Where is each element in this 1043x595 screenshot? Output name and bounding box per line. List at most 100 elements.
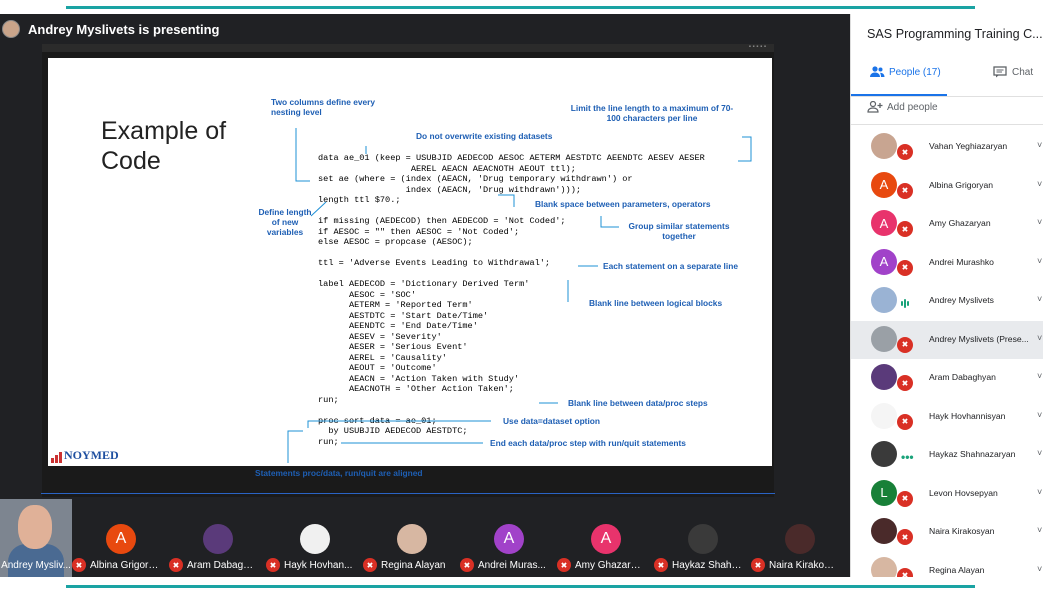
people-list-item[interactable]: ✖ Naira Kirakosyan ˅ [851, 513, 1043, 551]
mic-off-icon: ✖ [72, 558, 86, 572]
people-list-item[interactable]: ✖ Regina Alayan ˅ [851, 552, 1043, 577]
person-avatar [871, 518, 897, 544]
person-avatar: A [871, 248, 897, 275]
mic-off-icon: ✖ [897, 182, 913, 199]
chevron-down-icon[interactable]: ˅ [1037, 217, 1042, 227]
person-avatar: A [871, 210, 897, 236]
participant-name-row: ✖ Haykaz Shahn... [654, 558, 750, 572]
participant-name-row: ✖ Aram Dabagh... [169, 558, 265, 572]
add-people-button[interactable]: Add people [867, 101, 938, 113]
participant-name: Amy Ghazaryan [575, 559, 645, 571]
chevron-down-icon[interactable]: ˅ [1037, 448, 1042, 458]
mic-off-icon: ✖ [751, 558, 765, 572]
speaking-icon [901, 299, 909, 308]
chevron-down-icon[interactable]: ˅ [1037, 294, 1042, 304]
tab-people[interactable]: People (17) [869, 66, 941, 78]
top-accent-line [66, 6, 975, 9]
logo-text: NOYMED [64, 448, 119, 462]
people-list-item[interactable]: A ✖ Amy Ghazaryan ˅ [851, 205, 1043, 243]
participant-avatar [300, 524, 330, 554]
participant-name: Hayk Hovhan... [284, 559, 353, 571]
tab-divider [851, 96, 1043, 97]
tab-people-label: People (17) [889, 66, 941, 78]
mic-off-icon: ✖ [897, 529, 913, 545]
person-avatar [871, 325, 897, 352]
participant-name-row: ✖ Albina Grigory... [72, 558, 168, 572]
chevron-down-icon[interactable]: ˅ [1037, 487, 1042, 497]
person-avatar [871, 133, 897, 159]
participant-tile[interactable]: A ✖ Andrei Muras... [460, 499, 556, 577]
chevron-down-icon[interactable]: ˅ [1037, 179, 1042, 189]
mic-off-icon: ✖ [460, 558, 474, 572]
chevron-down-icon[interactable]: ˅ [1037, 333, 1042, 343]
chevron-down-icon[interactable]: ˅ [1037, 140, 1042, 150]
tab-chat-label: Chat [1012, 66, 1034, 78]
participant-tile[interactable]: ✖ Haykaz Shahn... [654, 499, 750, 577]
participant-name: Naira Kirakosy... [769, 559, 839, 571]
person-avatar [871, 556, 897, 577]
participant-tile[interactable]: ✖ Regina Alayan [363, 499, 459, 577]
mic-off-icon: ✖ [266, 558, 280, 572]
person-avatar [871, 364, 897, 390]
annotation-blank-logical: Blank line between logical blocks [589, 298, 723, 308]
meet-window: Andrey Myslivets is presenting ▪ ▪ ▪ ▪ ▪… [0, 0, 1043, 595]
chevron-down-icon[interactable]: ˅ [1037, 371, 1042, 381]
people-list-item[interactable]: ••• Haykaz Shahnazaryan ˅ [851, 436, 1043, 474]
participant-name-row: ✖ Naira Kirakosy... [751, 558, 847, 572]
person-name: Amy Ghazaryan [929, 218, 991, 228]
tab-chat[interactable]: Chat [993, 66, 1033, 78]
presenter-label: Andrey Myslivets is presenting [28, 21, 220, 37]
person-name: Aram Dabaghyan [929, 372, 996, 382]
noymed-logo: NOYMED [51, 448, 119, 463]
annotation-no-overwrite: Do not overwrite existing datasets [416, 131, 553, 141]
participant-name: Albina Grigory... [90, 559, 160, 571]
people-list-item[interactable]: A ✖ Albina Grigoryan ˅ [851, 167, 1043, 205]
person-avatar [871, 402, 897, 429]
annotation-end-step: End each data/proc step with run/quit st… [490, 438, 686, 448]
person-name: Hayk Hovhannisyan [929, 410, 1006, 421]
annotation-limit-line: Limit the line length to a maximum of 70… [570, 103, 734, 123]
self-video-tile[interactable]: Andrey Mysliv... [0, 499, 72, 577]
slide: Example of Code data ae_01 (keep = USUBJ… [48, 58, 772, 478]
mic-off-icon: ✖ [897, 375, 913, 391]
participant-avatar: A [494, 524, 524, 554]
people-list-item[interactable]: A ✖ Andrei Murashko ˅ [851, 244, 1043, 282]
participant-tile[interactable]: ✖ Hayk Hovhan... [266, 499, 362, 577]
person-name: Andrei Murashko [929, 256, 994, 267]
people-list-item[interactable]: ✖ Vahan Yeghiazaryan ˅ [851, 128, 1043, 166]
person-avatar [871, 441, 897, 467]
participant-avatar [203, 524, 233, 554]
people-list-item[interactable]: ✖ Aram Dabaghyan ˅ [851, 359, 1043, 397]
shared-screen-toolbar: ▪ ▪ ▪ ▪ ▪ [42, 44, 774, 52]
people-panel: SAS Programming Training C... People (17… [850, 14, 1043, 577]
chevron-down-icon[interactable]: ˅ [1037, 410, 1042, 420]
person-name: Vahan Yeghiazaryan [929, 141, 1008, 151]
participant-avatar: A [106, 524, 136, 554]
mic-off-icon: ✖ [897, 259, 913, 276]
people-list-item[interactable]: ✖ Andrey Myslivets (Prese... ˅ [851, 320, 1043, 359]
audio-dots-icon: ••• [901, 450, 914, 464]
shared-screen-toolbar-icons: ▪ ▪ ▪ ▪ ▪ [748, 44, 766, 50]
self-video-name: Andrey Mysliv... [1, 560, 71, 571]
annotation-use-data: Use data=dataset option [503, 416, 601, 426]
participant-tile[interactable]: A ✖ Amy Ghazaryan [557, 499, 653, 577]
people-list-item[interactable]: ✖ Hayk Hovhannisyan ˅ [851, 398, 1043, 436]
participant-tile[interactable]: A ✖ Albina Grigory... [72, 499, 168, 577]
arrow-aligned [287, 430, 303, 463]
participant-name-row: ✖ Amy Ghazaryan [557, 558, 653, 572]
people-list-item[interactable]: L ✖ Levon Hovsepyan ˅ [851, 475, 1043, 513]
participant-tile[interactable]: ✖ Naira Kirakosy... [751, 499, 847, 577]
participant-tile[interactable]: ✖ Aram Dabagh... [169, 499, 265, 577]
chevron-down-icon[interactable]: ˅ [1037, 564, 1042, 574]
participant-name-row: ✖ Andrei Muras... [460, 558, 556, 572]
chevron-down-icon[interactable]: ˅ [1037, 525, 1042, 535]
participant-avatar: A [591, 524, 621, 554]
people-list-item[interactable]: Andrey Myslivets ˅ [851, 282, 1043, 320]
people-icon [870, 66, 885, 77]
participant-name-row: ✖ Regina Alayan [363, 558, 459, 572]
person-name: Andrey Myslivets [929, 295, 994, 305]
annotation-separate-line: Each statement on a separate line [603, 261, 738, 271]
arrow-limit-line [738, 136, 752, 162]
chevron-down-icon[interactable]: ˅ [1037, 256, 1042, 266]
participant-avatar [397, 524, 427, 554]
